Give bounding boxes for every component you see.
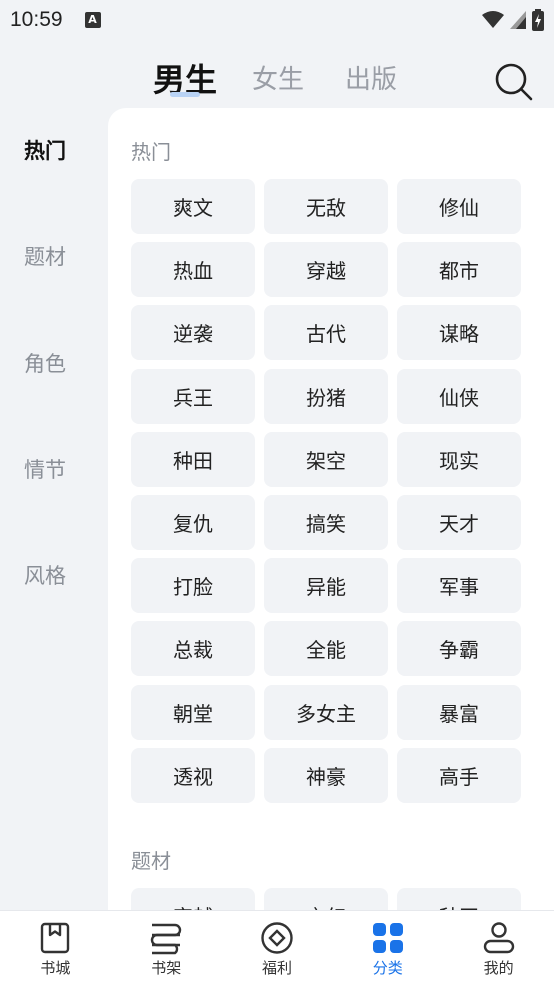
tag-chip[interactable]: 谋略 xyxy=(397,305,521,361)
tag-chip[interactable]: 逆袭 xyxy=(131,305,255,361)
bottom-nav: 书城 书架 福利 分类 我的 xyxy=(0,910,554,986)
tag-chip[interactable]: 神豪 xyxy=(264,747,388,803)
section-title-hot: 热门 xyxy=(131,140,171,164)
tag-chip[interactable]: 军事 xyxy=(397,558,521,614)
tag-chip[interactable]: 打脸 xyxy=(131,558,255,614)
nav-label-profile: 我的 xyxy=(483,959,514,977)
tag-chip[interactable]: 多女主 xyxy=(264,684,388,740)
wifi-icon xyxy=(482,11,504,28)
tag-chip[interactable]: 爽文 xyxy=(131,179,255,234)
status-time: 10:59 xyxy=(10,8,63,31)
tag-chip[interactable]: 修仙 xyxy=(397,179,521,234)
tag-chip[interactable]: 仙侠 xyxy=(397,368,521,424)
nav-item-category[interactable]: 分类 xyxy=(332,911,443,986)
notification-icon: A xyxy=(84,12,101,28)
tag-chip[interactable]: 热血 xyxy=(131,242,255,298)
tag-chip[interactable]: 全能 xyxy=(264,621,388,677)
nav-item-profile[interactable]: 我的 xyxy=(443,911,554,986)
sidebar-item-plot[interactable]: 情节 xyxy=(24,454,66,484)
tag-chip[interactable]: 无敌 xyxy=(264,179,388,234)
tag-chip[interactable]: 种田 xyxy=(131,431,255,487)
tag-chip[interactable]: 透视 xyxy=(131,747,255,803)
gift-diamond-icon xyxy=(261,922,293,954)
tag-chip[interactable]: 朝堂 xyxy=(131,684,255,740)
bookmark-book-icon xyxy=(41,922,70,954)
section-title-theme: 题材 xyxy=(131,849,171,873)
tag-chip[interactable]: 争霸 xyxy=(397,621,521,677)
tag-chip[interactable]: 扮猪 xyxy=(264,368,388,424)
tag-chip[interactable]: 复仇 xyxy=(131,495,255,550)
nav-label-category: 分类 xyxy=(372,959,403,977)
tag-chip[interactable]: 穿越 xyxy=(131,888,255,910)
nav-label-bookstore: 书城 xyxy=(40,959,71,977)
tag-chip[interactable]: 现实 xyxy=(397,431,521,487)
battery-icon xyxy=(532,9,544,31)
tag-chip[interactable]: 古代 xyxy=(264,305,388,361)
tab-female[interactable]: 女生 xyxy=(252,52,304,108)
profile-icon xyxy=(483,922,514,954)
tag-chip[interactable]: 暴富 xyxy=(397,684,521,740)
category-sidebar: 热门 题材 角色 情节 风格 xyxy=(0,108,108,910)
category-grid-icon xyxy=(372,923,403,953)
nav-item-welfare[interactable]: 福利 xyxy=(222,911,333,986)
nav-item-bookstore[interactable]: 书城 xyxy=(0,911,111,986)
tag-chip[interactable]: 架空 xyxy=(264,431,388,487)
tag-chip[interactable]: 总裁 xyxy=(131,621,255,677)
tag-chip[interactable]: 高手 xyxy=(397,747,521,803)
tag-content-panel[interactable]: 热门 爽文 无敌 修仙 热血 穿越 都市 逆袭 古代 谋略 兵王 扮猪 仙侠 种田 架空 现实 复仇 搞笑 天才打… xyxy=(108,108,554,910)
sidebar-item-style[interactable]: 风格 xyxy=(24,560,66,590)
sidebar-item-role[interactable]: 角色 xyxy=(24,348,66,378)
sidebar-item-theme[interactable]: 题材 xyxy=(24,241,66,271)
nav-label-bookshelf: 书架 xyxy=(151,959,182,977)
tag-chip[interactable]: 种田 xyxy=(397,888,521,910)
signal-icon xyxy=(510,11,526,29)
nav-item-bookshelf[interactable]: 书架 xyxy=(111,911,222,986)
sidebar-item-hot[interactable]: 热门 xyxy=(24,135,66,165)
tag-chip[interactable]: 搞笑 xyxy=(264,495,388,550)
search-icon[interactable] xyxy=(494,62,534,102)
nav-label-welfare: 福利 xyxy=(261,959,292,977)
tag-chip[interactable]: 玄幻 xyxy=(264,888,388,910)
tag-chip[interactable]: 都市 xyxy=(397,242,521,298)
status-bar: 10:59 A xyxy=(0,0,554,40)
tag-chip[interactable]: 天才 xyxy=(397,495,521,550)
tab-publish[interactable]: 出版 xyxy=(345,52,397,108)
tag-chip[interactable]: 兵王 xyxy=(131,368,255,424)
tag-chip[interactable]: 穿越 xyxy=(264,242,388,298)
status-icons xyxy=(482,9,544,31)
active-tab-indicator xyxy=(170,92,200,97)
tab-male[interactable]: 男生 xyxy=(153,52,217,108)
bookshelf-icon xyxy=(151,923,182,955)
tag-chip[interactable]: 异能 xyxy=(264,558,388,614)
top-tabs: 男生 女生 出版 xyxy=(0,52,554,108)
